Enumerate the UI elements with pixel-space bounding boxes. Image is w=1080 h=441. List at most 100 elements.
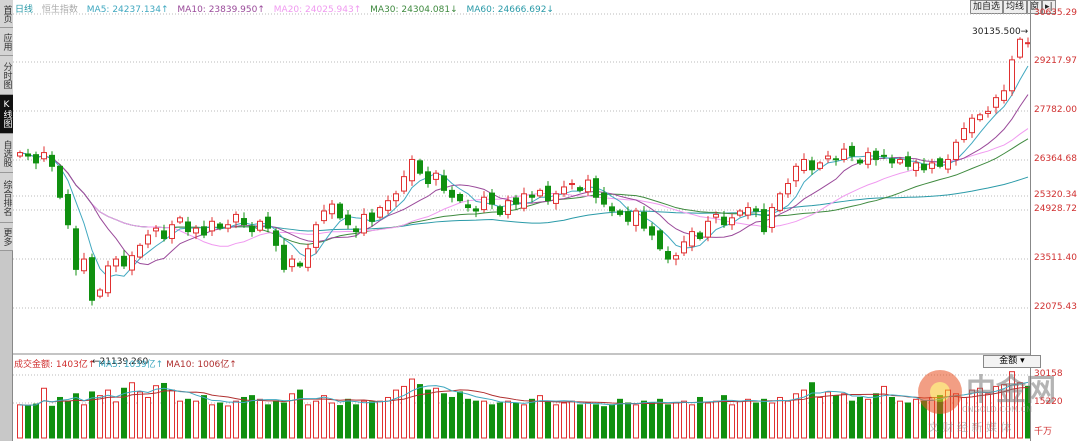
candle-body — [329, 203, 335, 215]
candle-body — [289, 258, 295, 268]
volume-bar — [753, 402, 759, 439]
candle-body — [433, 172, 439, 180]
candle-body — [553, 193, 559, 204]
candle-body — [761, 209, 767, 233]
candle-body — [673, 255, 679, 260]
candle-body — [529, 194, 535, 198]
candle-body — [849, 145, 855, 157]
candle-body — [153, 227, 159, 232]
volume-bar — [273, 400, 279, 439]
candle-body — [625, 211, 631, 222]
volume-bar — [593, 404, 599, 439]
candle-body — [969, 117, 975, 134]
candle-body — [353, 228, 359, 233]
volume-bar — [497, 402, 503, 439]
candle-body — [889, 158, 895, 164]
candle-body — [313, 224, 319, 248]
volume-bar — [449, 396, 455, 439]
candle-body — [401, 176, 407, 192]
candle-body — [777, 193, 783, 211]
candle-body — [441, 175, 447, 191]
volume-bar — [729, 404, 735, 439]
volume-bar — [737, 400, 743, 439]
candle-body — [497, 206, 503, 215]
volume-bar — [681, 400, 687, 439]
volume-bar — [697, 396, 703, 439]
candle-body — [537, 189, 543, 197]
candle-body — [321, 210, 327, 222]
candle-body — [25, 153, 31, 157]
candle-body — [809, 160, 815, 171]
candle-body — [713, 213, 719, 218]
candle-body — [961, 128, 967, 141]
candle-body — [593, 178, 599, 198]
candle-body — [257, 220, 263, 231]
volume-bar — [281, 402, 287, 439]
volume-bar — [769, 402, 775, 439]
candle-body — [377, 207, 383, 218]
candle-body — [305, 248, 311, 268]
watermark-sub: CNGOLD.COM.CN — [962, 405, 1033, 414]
candle-body — [729, 217, 735, 226]
volume-bar — [81, 404, 87, 439]
volume-bar — [721, 395, 727, 439]
volume-bar — [121, 387, 127, 439]
volume-bar — [481, 400, 487, 439]
candle-body — [689, 231, 695, 247]
candle-body — [1009, 59, 1015, 92]
candle-body — [721, 216, 727, 226]
candle-body — [585, 179, 591, 193]
volume-bar — [193, 400, 199, 439]
candle-body — [385, 200, 391, 211]
candle-body — [409, 158, 415, 182]
volume-bar — [369, 401, 375, 439]
volume-bar — [513, 402, 519, 439]
volume-bar — [825, 391, 831, 439]
volume-bar — [489, 404, 495, 439]
candle-body — [1001, 90, 1007, 101]
candle-body — [425, 171, 431, 185]
candle-body — [865, 152, 871, 165]
volume-bar — [409, 378, 415, 439]
price-tick: 29217.97 — [1034, 56, 1077, 66]
volume-bar — [185, 398, 191, 439]
candle-body — [393, 193, 399, 202]
volume-bar — [625, 402, 631, 439]
volume-bar — [505, 400, 511, 439]
ma5-line — [19, 65, 1029, 278]
volume-bar — [321, 395, 327, 439]
volume-bar — [305, 404, 311, 439]
candle-body — [561, 186, 567, 195]
candle-body — [65, 194, 71, 226]
volume-bar — [17, 404, 23, 439]
volume-bar — [457, 391, 463, 439]
candle-body — [265, 216, 271, 229]
candle-body — [209, 220, 215, 232]
candle-body — [473, 208, 479, 212]
volume-bar — [569, 400, 575, 439]
volume-bar — [129, 382, 135, 439]
volume-bar — [345, 398, 351, 439]
candle-body — [177, 217, 183, 223]
candle-body — [545, 185, 551, 202]
volume-bar — [361, 400, 367, 439]
candle-body — [513, 197, 519, 205]
volume-bar — [425, 389, 431, 439]
volume-bar — [177, 400, 183, 439]
candle-body — [233, 213, 239, 223]
candle-body — [873, 150, 879, 160]
candle-body — [449, 189, 455, 198]
volume-bar — [41, 387, 47, 439]
volume-bar — [889, 396, 895, 439]
candle-body — [169, 224, 175, 239]
volume-bar — [313, 400, 319, 439]
candle-body — [745, 207, 751, 216]
candle-body — [881, 154, 887, 157]
volume-bar — [337, 405, 343, 439]
candle-body — [417, 160, 423, 174]
candle-body — [345, 214, 351, 226]
volume-bar — [353, 404, 359, 439]
volume-bar — [601, 406, 607, 439]
candle-body — [297, 262, 303, 267]
volume-ma5: MA5: 1039亿↑ — [98, 360, 164, 370]
